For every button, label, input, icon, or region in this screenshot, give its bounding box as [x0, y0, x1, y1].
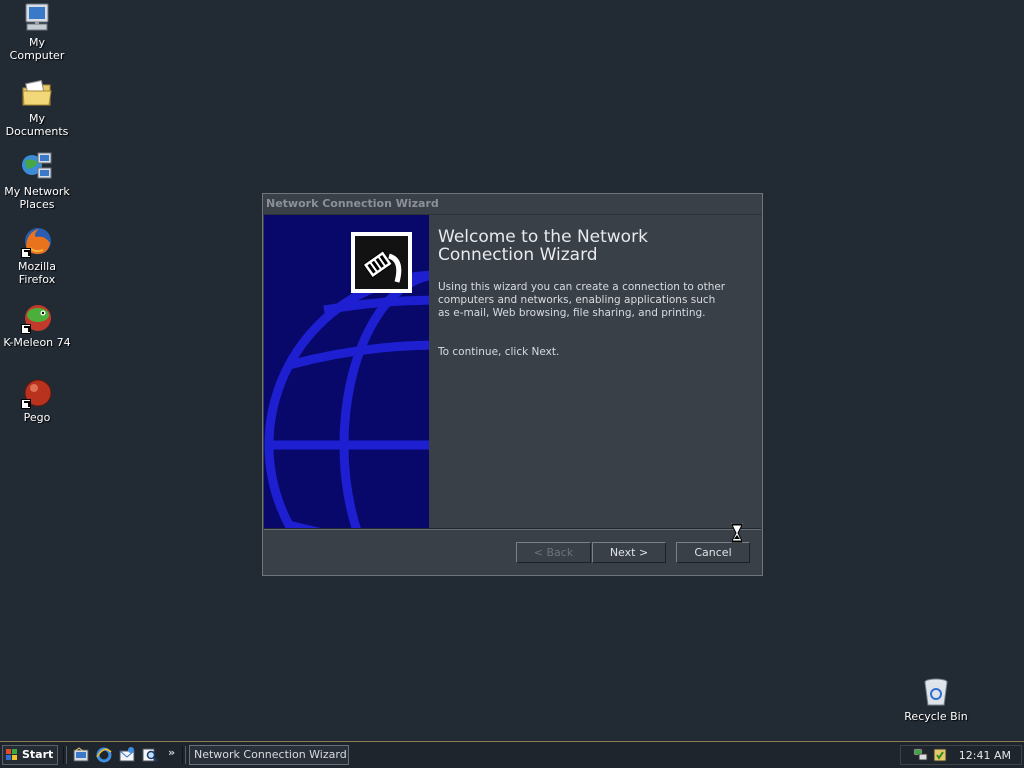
desktop-icon-label: My Documents	[5, 112, 69, 138]
wizard-side-panel	[264, 215, 429, 528]
desktop-icon-label: Pego	[23, 411, 51, 424]
start-label: Start	[22, 748, 54, 761]
desktop-icon-mozilla-firefox[interactable]: Mozilla Firefox	[0, 226, 74, 286]
wizard-logo	[351, 232, 412, 293]
search-icon[interactable]	[142, 747, 158, 763]
desktop-icon-my-network-places[interactable]: My Network Places	[0, 151, 74, 211]
wizard-description: Using this wizard you can create a conne…	[438, 281, 726, 319]
network-cable-icon	[355, 236, 408, 289]
quick-launch-separator	[63, 746, 67, 764]
quick-launch-separator	[182, 746, 186, 764]
shortcut-arrow-icon	[21, 248, 31, 258]
desktop-icon-label: My Network Places	[4, 185, 70, 211]
taskbar: Start » Network Connection Wizard 12:41 …	[0, 741, 1024, 768]
wizard-heading: Welcome to the Network Connection Wizard	[438, 227, 648, 265]
internet-explorer-icon[interactable]	[96, 747, 112, 763]
desktop-icon-label: My Computer	[9, 36, 65, 62]
security-alert-icon[interactable]	[932, 748, 948, 762]
recycle-bin-icon	[920, 676, 952, 708]
k-meleon-icon	[21, 302, 53, 334]
cancel-button[interactable]: Cancel	[676, 542, 750, 563]
network-places-icon	[21, 151, 53, 183]
divider	[264, 528, 761, 530]
desktop-icon-label: K-Meleon 74	[3, 336, 71, 349]
shortcut-arrow-icon	[21, 324, 31, 334]
desktop-icon-recycle-bin[interactable]: Recycle Bin	[899, 676, 973, 723]
outlook-express-icon[interactable]	[119, 747, 135, 763]
desktop-icon-label: Mozilla Firefox	[18, 260, 56, 286]
window-title[interactable]: Network Connection Wizard	[263, 194, 762, 215]
my-computer-icon	[21, 2, 53, 34]
back-button[interactable]: < Back	[516, 542, 591, 563]
hourglass-cursor-icon	[730, 522, 744, 544]
desktop-icon-label: Recycle Bin	[904, 710, 968, 723]
wizard-content: Welcome to the Network Connection Wizard…	[429, 215, 762, 528]
shortcut-arrow-icon	[21, 399, 31, 409]
next-button[interactable]: Next >	[592, 542, 666, 563]
taskbar-button-network-connection-wizard[interactable]: Network Connection Wizard	[189, 745, 349, 765]
folder-icon	[21, 78, 53, 110]
show-desktop-icon[interactable]	[73, 747, 89, 763]
desktop-icon-pego[interactable]: Pego	[0, 377, 74, 424]
network-connection-wizard-window[interactable]: Network Connection Wizard Welcome to the…	[262, 193, 763, 576]
wizard-continue-text: To continue, click Next.	[438, 346, 560, 358]
desktop-icon-k-meleon[interactable]: K-Meleon 74	[0, 302, 74, 349]
firefox-icon	[21, 226, 53, 258]
pego-icon	[21, 377, 53, 409]
quick-launch-more-icon[interactable]: »	[168, 746, 175, 759]
network-connection-icon[interactable]	[913, 748, 929, 762]
desktop-icon-my-computer[interactable]: My Computer	[0, 2, 74, 62]
windows-flag-icon	[6, 749, 17, 760]
system-tray: 12:41 AM	[900, 745, 1022, 765]
start-button[interactable]: Start	[2, 745, 58, 765]
desktop-icon-my-documents[interactable]: My Documents	[0, 78, 74, 138]
clock[interactable]: 12:41 AM	[959, 746, 1011, 765]
